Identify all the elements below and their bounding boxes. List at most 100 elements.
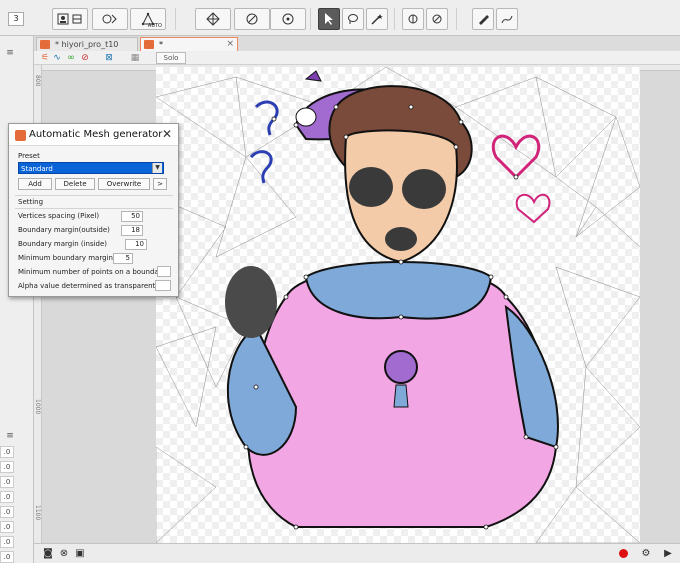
- link-camera-icon[interactable]: ⊗: [58, 548, 70, 560]
- fit-view-icon[interactable]: ⊠: [104, 53, 114, 63]
- close-icon[interactable]: ×: [226, 38, 234, 51]
- preset-select[interactable]: Standard ▼: [18, 162, 164, 174]
- toolbar-separator: [175, 8, 176, 30]
- brush-icon: [246, 13, 258, 25]
- main-toolbar: 3 AUTO: [0, 0, 680, 36]
- person-card-icon: [57, 13, 69, 25]
- solo-button[interactable]: Solo: [156, 52, 186, 64]
- heart-doodle: [515, 193, 551, 224]
- character-mesh-illustration: [155, 66, 641, 543]
- boundary-margin-inside-label: Boundary margin (inside): [18, 240, 108, 248]
- boundary-margin-inside-field[interactable]: 10: [125, 239, 147, 250]
- ruler-label: 1100: [34, 505, 41, 521]
- badge-pendant: [393, 384, 409, 408]
- menu-icon[interactable]: ≡: [4, 431, 16, 441]
- tab-label: * hiyori_pro_t10: [55, 40, 119, 49]
- hood-collar: [304, 261, 493, 320]
- no-link-icon[interactable]: ⊘: [80, 53, 90, 63]
- divider: [15, 195, 173, 196]
- grid-icon[interactable]: ▦: [130, 53, 140, 63]
- pin-button[interactable]: [426, 8, 448, 30]
- param-value[interactable]: .0: [0, 476, 14, 488]
- chevron-down-icon: ▼: [152, 163, 162, 173]
- pen-button[interactable]: [472, 8, 494, 30]
- param-value[interactable]: .0: [0, 461, 14, 473]
- param-value[interactable]: .0: [0, 521, 14, 533]
- lasso-button[interactable]: [342, 8, 364, 30]
- heart-doodle: [491, 134, 541, 180]
- auto-label: AUTO: [147, 23, 162, 29]
- toolbar-separator: [394, 8, 395, 30]
- more-button[interactable]: >: [153, 178, 167, 190]
- arrow-select-button[interactable]: [318, 8, 340, 30]
- preset-value: Standard: [21, 165, 53, 173]
- magic-wand-button[interactable]: [366, 8, 388, 30]
- play-icon[interactable]: ▶: [662, 548, 674, 560]
- rotation-deformer-button[interactable]: [92, 8, 128, 30]
- overwrite-button[interactable]: Overwrite: [98, 178, 150, 190]
- stroke-button[interactable]: [496, 8, 518, 30]
- video-icon[interactable]: ▣: [74, 548, 86, 560]
- delete-button[interactable]: Delete: [55, 178, 95, 190]
- camera-icon[interactable]: ◙: [42, 548, 54, 560]
- vertices-spacing-label: Vertices spacing (Pixel): [18, 212, 100, 220]
- magic-wand-icon: [371, 14, 383, 25]
- close-icon[interactable]: ✕: [162, 127, 172, 141]
- connect-button[interactable]: [270, 8, 306, 30]
- add-button[interactable]: Add: [18, 178, 52, 190]
- list-icon[interactable]: ≡: [4, 48, 16, 58]
- question-mark-doodle: [249, 150, 273, 184]
- tab-bar: * hiyori_pro_t10 * Shroomsprite_v1.1 ×: [34, 36, 680, 62]
- mesh-edit-icon: [206, 12, 220, 26]
- boundary-margin-outside-field[interactable]: 18: [121, 225, 143, 236]
- link-icon[interactable]: ∞: [66, 53, 76, 63]
- deformer-icon: [72, 14, 82, 24]
- alpha-transparent-label: Alpha value determined as transparent: [18, 282, 156, 290]
- auto-deformer-button[interactable]: AUTO: [130, 8, 166, 30]
- art-board[interactable]: [155, 66, 641, 543]
- param-value[interactable]: .0: [0, 491, 14, 503]
- tab-shroomsprite[interactable]: * Shroomsprite_v1.1 ×: [140, 37, 238, 62]
- min-points-boundary-label: Minimum number of points on a boundary: [18, 268, 166, 276]
- model-file-icon: [40, 40, 50, 49]
- mesh-tool-icon[interactable]: ⚟: [40, 53, 50, 63]
- preset-label: Preset: [18, 152, 40, 160]
- pin-icon: [432, 14, 442, 24]
- minimum-boundary-margin-label: Minimum boundary margin: [18, 254, 113, 262]
- ruler-label: 800: [34, 75, 41, 87]
- curve-tool-icon[interactable]: ∿: [52, 53, 62, 63]
- tab-hiyori[interactable]: * hiyori_pro_t10: [36, 37, 138, 51]
- lasso-icon: [348, 14, 358, 24]
- arrow-select-icon: [325, 13, 333, 25]
- vertices-spacing-field[interactable]: 50: [121, 211, 143, 222]
- param-value[interactable]: .0: [0, 506, 14, 518]
- brush-button[interactable]: [234, 8, 270, 30]
- mushroom-badge: [384, 350, 418, 384]
- gear-icon[interactable]: ⚙: [640, 548, 652, 560]
- number-field[interactable]: 3: [8, 12, 24, 26]
- mesh-edit-button[interactable]: [195, 8, 231, 30]
- record-icon[interactable]: [619, 549, 628, 558]
- boundary-margin-outside-label: Boundary margin(outside): [18, 226, 110, 234]
- toolbar-separator: [310, 8, 311, 30]
- model-file-icon: [144, 40, 154, 49]
- left-panel: ≡ ≡ .0 .0 .0 .0 .0 .0 .0 .0: [0, 36, 34, 563]
- param-value[interactable]: .0: [0, 536, 14, 548]
- pen-icon: [479, 15, 489, 25]
- param-value[interactable]: .0: [0, 551, 14, 563]
- ruler-label: 1000: [34, 399, 41, 415]
- person-card-button[interactable]: [52, 8, 88, 30]
- automatic-mesh-generator-dialog: Automatic Mesh generator ✕ Preset Standa…: [8, 123, 179, 297]
- stroke-icon: [501, 15, 513, 24]
- param-value[interactable]: .0: [0, 446, 14, 458]
- glue-button[interactable]: [402, 8, 424, 30]
- minimum-boundary-margin-field[interactable]: 5: [113, 253, 133, 264]
- glue-icon: [408, 14, 418, 24]
- alpha-transparent-field[interactable]: [155, 280, 171, 291]
- app-logo-icon: [15, 130, 26, 141]
- dialog-title-bar[interactable]: Automatic Mesh generator ✕: [9, 124, 178, 146]
- rotation-icon: [102, 14, 117, 24]
- viewport-toolbar: ⚟ ∿ ∞ ⊘ ⊠ ▦ Solo: [34, 51, 680, 65]
- connect-icon: [282, 13, 294, 25]
- min-points-boundary-field[interactable]: [157, 266, 171, 277]
